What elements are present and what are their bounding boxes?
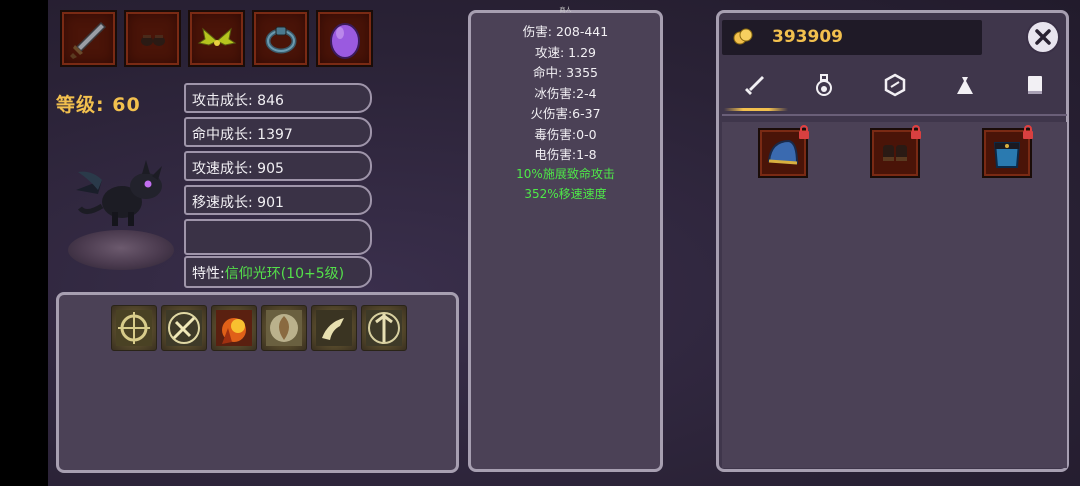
pet-level: 等级: 60 <box>56 90 141 117</box>
stat-value: 846 <box>257 93 284 109</box>
skill-slot-6[interactable] <box>361 305 407 351</box>
skill-slot-1[interactable] <box>111 305 157 351</box>
armor-item-icon <box>993 142 1021 168</box>
stat-hit-growth: 命中成长: 1397 <box>184 117 372 147</box>
trait-box: 特性:信仰光环(10+5级) <box>184 256 372 288</box>
stat-value: 1397 <box>257 127 293 143</box>
detail-title: 商人 <box>559 7 572 14</box>
lock-icon <box>911 125 921 139</box>
equip-slot-sword[interactable] <box>60 10 117 67</box>
book-tab-icon <box>1028 76 1042 94</box>
tab-books[interactable] <box>1020 70 1050 100</box>
damage-line: 伤害: 208-441 <box>522 24 609 39</box>
skill-2-icon <box>166 310 202 346</box>
potion-tab-icon <box>816 74 832 96</box>
stat-label: 攻速成长: <box>192 161 253 177</box>
stat-label: 攻击成长: <box>192 93 253 109</box>
stat-attack-growth: 攻击成长: 846 <box>184 83 372 113</box>
inventory-item[interactable] <box>870 125 921 178</box>
tab-potions[interactable] <box>809 70 839 100</box>
skills-row <box>111 305 407 351</box>
gloves-icon <box>140 34 165 46</box>
inventory-item[interactable] <box>758 125 809 178</box>
stat-value: 905 <box>257 161 284 177</box>
sword-tab-icon <box>745 76 764 95</box>
gloves-item-icon <box>883 145 907 161</box>
skill-slot-3[interactable] <box>211 305 257 351</box>
skill-6-icon <box>366 310 402 346</box>
pet-pedestal <box>68 230 174 270</box>
stat-label: 移速成长: <box>192 195 253 211</box>
equip-slot-gloves[interactable] <box>124 10 181 67</box>
tab-bags[interactable] <box>950 70 980 100</box>
hit-line: 命中: 3355 <box>533 65 598 80</box>
stats-detail-panel: 商人 伤害: 208-441 攻速: 1.29 命中: 3355 冰伤害:2-4… <box>468 7 663 472</box>
equipment-row <box>60 10 373 67</box>
skill-4-icon <box>266 310 302 346</box>
inventory-grid <box>722 122 1067 468</box>
inventory-item[interactable] <box>982 125 1033 178</box>
poison-damage-line: 毒伤害:0-0 <box>534 126 597 142</box>
fire-damage-line: 火伤害:6-37 <box>530 106 601 121</box>
egg-icon <box>329 22 360 59</box>
lightning-damage-line: 电伤害:1-8 <box>534 147 597 162</box>
sword-icon <box>69 21 106 59</box>
close-button[interactable] <box>1026 20 1060 54</box>
inventory-tabs <box>722 64 1067 116</box>
skill-slot-2[interactable] <box>161 305 207 351</box>
skill-slot-5[interactable] <box>311 305 357 351</box>
ice-damage-line: 冰伤害:2-4 <box>534 85 597 101</box>
stat-move-speed-growth: 移速成长: 901 <box>184 185 372 215</box>
level-value: 60 <box>112 94 141 116</box>
close-icon <box>1035 29 1051 45</box>
attack-speed-line: 攻速: 1.29 <box>534 44 597 60</box>
equip-slot-ring[interactable] <box>252 10 309 67</box>
stat-label: 命中成长: <box>192 127 253 143</box>
equip-slot-wings[interactable] <box>188 10 245 67</box>
stat-attack-speed-growth: 攻速成长: 905 <box>184 151 372 181</box>
equip-slot-egg[interactable] <box>316 10 373 67</box>
trait-value: 信仰光环(10+5级) <box>224 266 345 282</box>
trait-label: 特性: <box>192 266 225 282</box>
level-label: 等级: <box>56 94 105 116</box>
detail-stats: 伤害: 208-441 攻速: 1.29 命中: 3355 冰伤害:2-4 火伤… <box>471 21 660 206</box>
ring-icon <box>265 26 296 53</box>
gem-tab-icon <box>884 73 906 97</box>
skill-1-icon <box>116 310 152 346</box>
skills-panel <box>56 292 459 473</box>
crit-bonus-line: 10%施展致命攻击 <box>516 166 615 181</box>
tab-weapons[interactable] <box>740 70 770 100</box>
lock-icon <box>1023 125 1033 139</box>
tab-gems[interactable] <box>880 70 910 100</box>
stat-empty-box <box>184 219 372 255</box>
move-speed-bonus-line: 352%移速速度 <box>524 187 607 201</box>
dragon-pet-icon <box>76 160 162 226</box>
wings-icon <box>197 27 236 46</box>
gold-amount: 393909 <box>772 27 843 47</box>
gold-coins-icon <box>733 28 753 45</box>
bag-tab-icon <box>957 77 973 94</box>
stat-value: 901 <box>257 195 284 211</box>
skill-slot-4[interactable] <box>261 305 307 351</box>
gold-bar: 393909 <box>722 20 982 55</box>
active-tab-indicator <box>724 108 788 111</box>
skill-5-icon <box>316 310 352 346</box>
skill-3-icon <box>216 310 252 346</box>
lock-icon <box>799 125 809 139</box>
